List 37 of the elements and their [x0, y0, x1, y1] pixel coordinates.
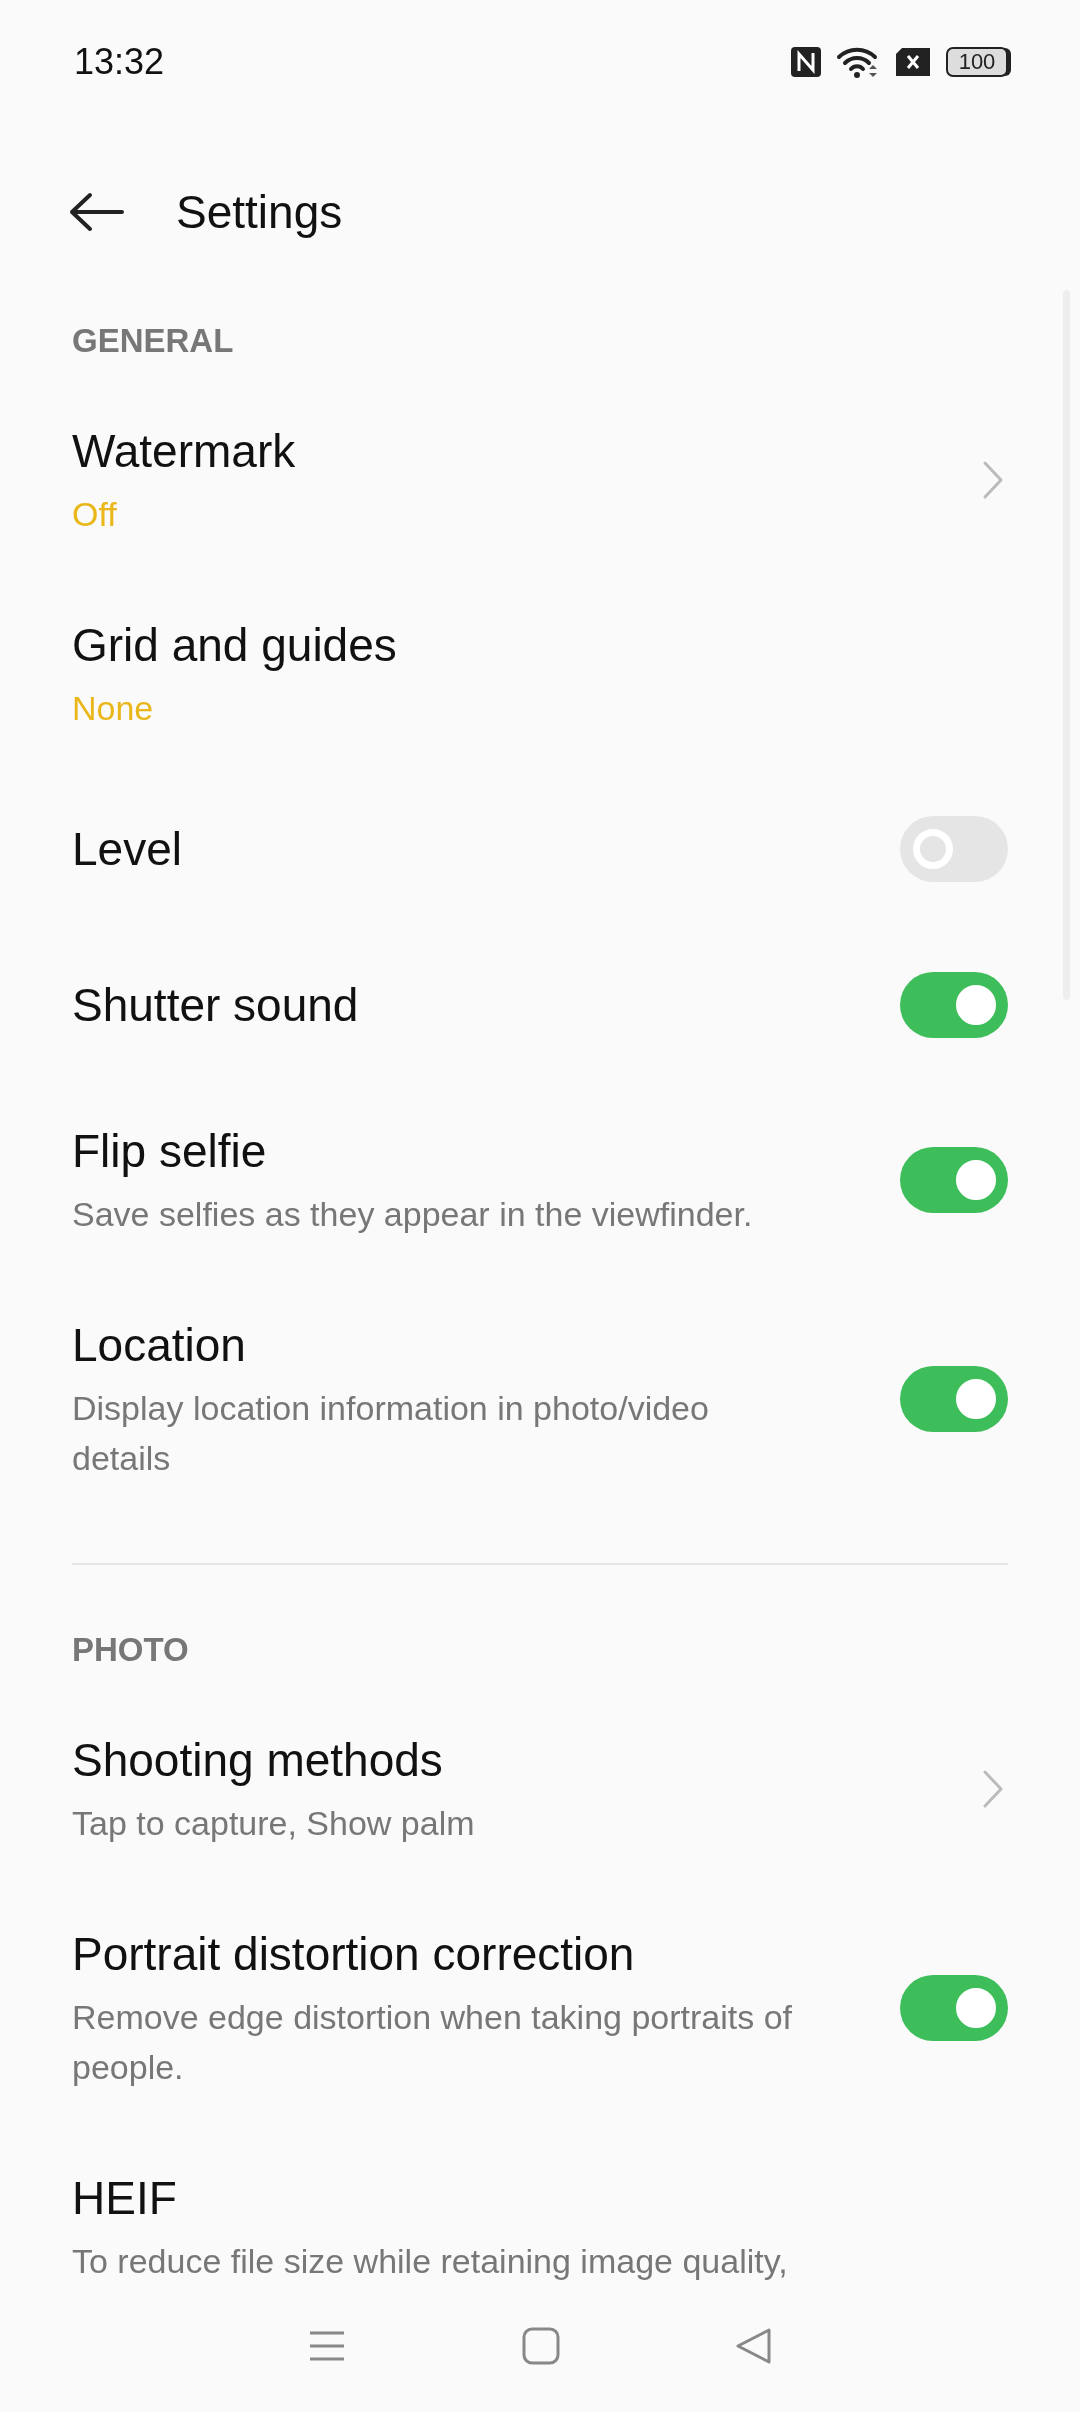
setting-title: Flip selfie [72, 1124, 268, 1179]
settings-row[interactable]: Grid and guides None [0, 577, 1080, 771]
section-header: PHOTO [71, 1630, 190, 1670]
chevron-icon [982, 1769, 1004, 1809]
page-title: Settings [176, 185, 343, 239]
nfc-icon [790, 46, 822, 78]
setting-description: Remove edge distortion when taking portraits of people. [72, 1997, 794, 2088]
status-time: 13:32 [74, 41, 165, 83]
setting-title: Shutter sound [72, 978, 360, 1033]
home-icon[interactable] [522, 2327, 560, 2365]
setting-value: None [72, 688, 155, 729]
settings-row[interactable]: Level [0, 771, 1080, 927]
setting-description: To reduce file size while retaining image quality, [72, 2241, 789, 2282]
settings-row[interactable]: Shooting methods Tap to capture, Show palm [0, 1692, 1080, 1886]
setting-title: Watermark [72, 424, 297, 479]
setting-title: Portrait distortion correction [72, 1927, 636, 1982]
settings-row[interactable]: Location Display location information in photo/video details [0, 1277, 1080, 1521]
battery-icon: 100 [946, 47, 1008, 77]
settings-row[interactable]: Flip selfie Save selfies as they appear in the viewfinder. [0, 1083, 1080, 1277]
setting-value: Off [72, 494, 118, 535]
setting-title: Grid and guides [72, 618, 398, 673]
settings-row[interactable]: Portrait distortion correction Remove edge distortion when taking portraits of people. [0, 1886, 1080, 2130]
wifi-icon [836, 45, 880, 79]
setting-title: Location [72, 1318, 247, 1373]
setting-title: Shooting methods [72, 1733, 444, 1788]
chevron-icon [982, 460, 1004, 500]
sim-card-icon [894, 47, 932, 77]
setting-description: Display location information in photo/video details [72, 1388, 710, 1479]
section-header: GENERAL [71, 321, 235, 361]
setting-description: Save selfies as they appear in the viewfinder. [72, 1194, 754, 1235]
back-icon[interactable] [68, 192, 124, 232]
setting-description: Tap to capture, Show palm [72, 1803, 476, 1844]
settings-row[interactable]: Shutter sound [0, 927, 1080, 1083]
setting-title: HEIF [72, 2171, 178, 2226]
setting-title: Level [72, 822, 183, 877]
settings-row[interactable]: Watermark Off [0, 383, 1080, 577]
settings-row[interactable]: HEIF To reduce file size while retaining image quality, [0, 2130, 1080, 2290]
